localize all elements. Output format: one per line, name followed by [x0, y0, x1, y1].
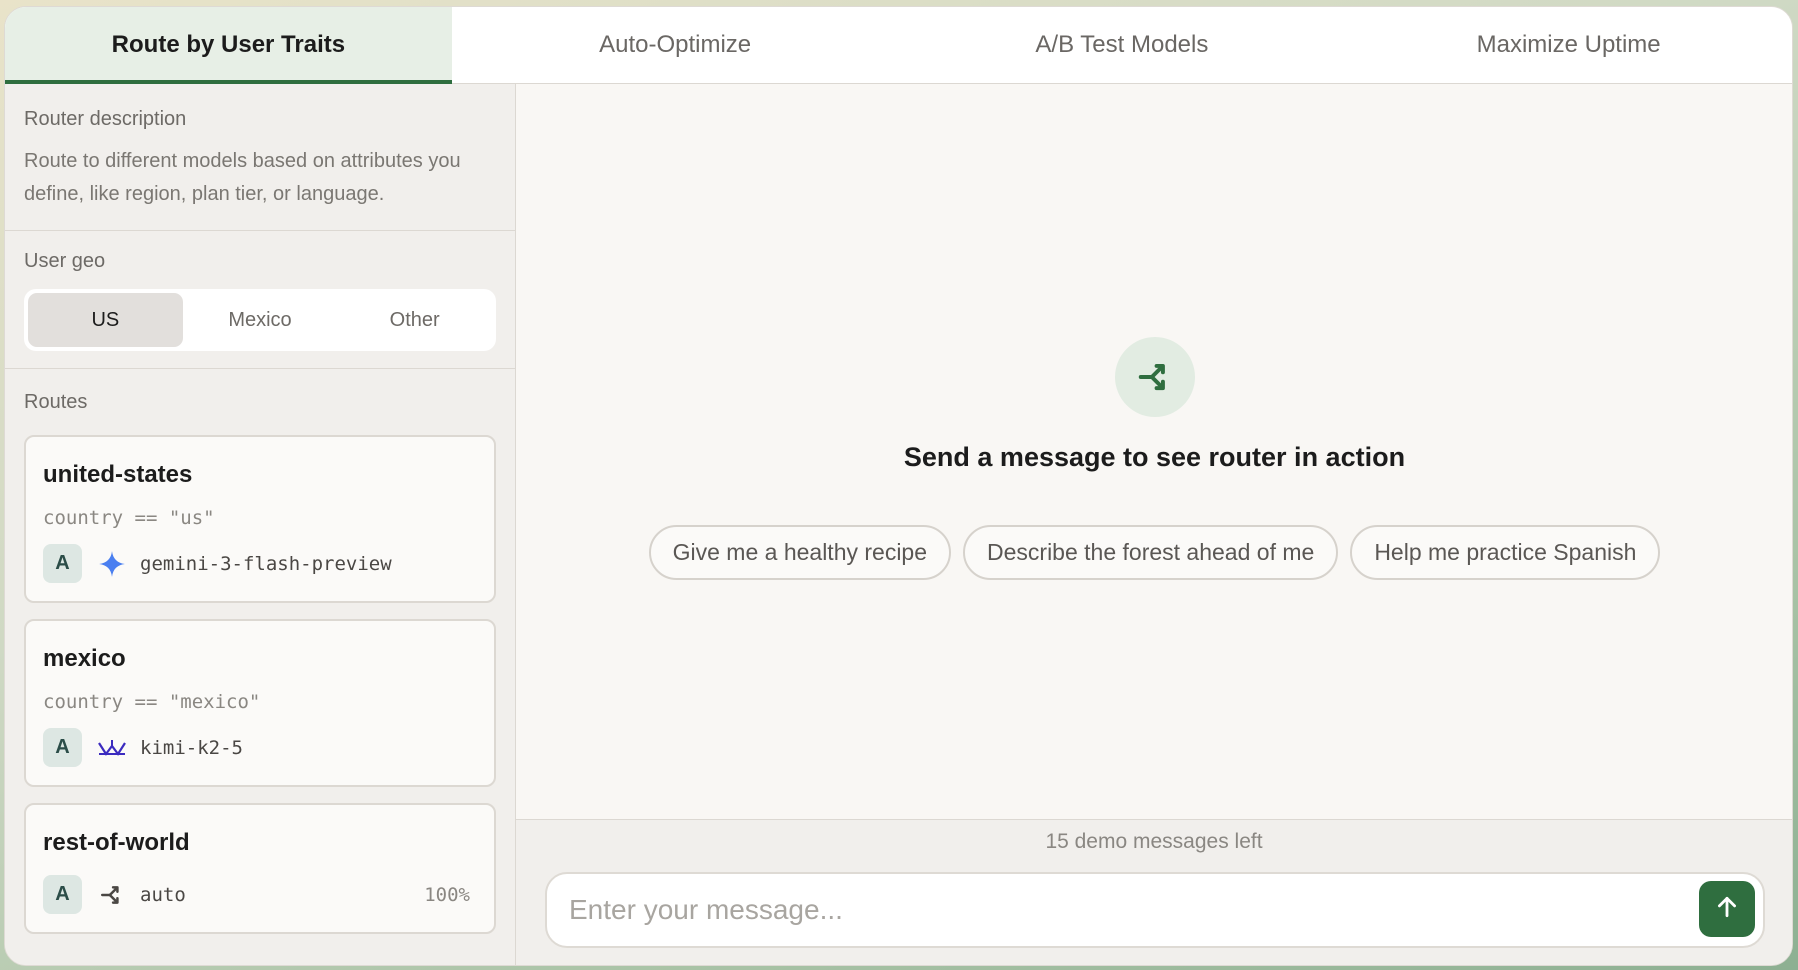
route-model-name: gemini-3-flash-preview [140, 552, 392, 575]
suggestion-chip[interactable]: Help me practice Spanish [1350, 525, 1661, 580]
router-description-label: Router description [24, 108, 187, 130]
router-icon [1115, 337, 1195, 417]
route-badge: A [43, 544, 82, 583]
chat-panel: Send a message to see router in action G… [516, 84, 1792, 965]
route-badge: A [43, 875, 82, 914]
tab-ab-test-models[interactable]: A/B Test Models [899, 7, 1346, 83]
routes-label: Routes [24, 391, 88, 413]
route-model-name: kimi-k2-5 [140, 736, 243, 759]
route-card-mexico[interactable]: mexico country == "mexico" A kimi-k2-5 [24, 619, 496, 787]
geo-option-mexico[interactable]: Mexico [183, 293, 338, 347]
suggestion-chips: Give me a healthy recipe Describe the fo… [516, 525, 1792, 580]
tab-route-by-user-traits[interactable]: Route by User Traits [5, 7, 452, 84]
send-button[interactable] [1699, 881, 1755, 937]
demo-messages-remaining: 15 demo messages left [1045, 830, 1263, 853]
route-model-name: auto [140, 883, 186, 906]
tab-auto-optimize[interactable]: Auto-Optimize [452, 7, 899, 83]
route-model-row: A gemini-3-flash-preview [43, 544, 477, 583]
user-geo-selector: US Mexico Other [24, 289, 496, 351]
gemini-sparkle-icon [96, 548, 128, 580]
route-condition: country == "us" [43, 507, 215, 529]
route-condition: country == "mexico" [43, 691, 261, 713]
route-name: united-states [43, 461, 193, 488]
route-name: rest-of-world [43, 829, 190, 856]
kimi-icon [96, 732, 128, 764]
message-input[interactable] [569, 874, 1669, 946]
user-geo-section: User geo US Mexico Other [5, 231, 515, 369]
router-tabs: Route by User Traits Auto-Optimize A/B T… [5, 7, 1792, 84]
app-window: Route by User Traits Auto-Optimize A/B T… [4, 6, 1793, 966]
suggestion-chip[interactable]: Give me a healthy recipe [648, 525, 952, 580]
tab-maximize-uptime[interactable]: Maximize Uptime [1345, 7, 1792, 83]
route-percent: 100% [424, 883, 470, 906]
route-card-rest-of-world[interactable]: rest-of-world A auto 100% [24, 803, 496, 934]
geo-option-other[interactable]: Other [337, 293, 492, 347]
router-description-section: Router description Route to different mo… [5, 84, 515, 231]
route-name: mexico [43, 645, 126, 672]
routes-section: Routes united-states country == "us" A g… [5, 369, 515, 934]
suggestion-chip[interactable]: Describe the forest ahead of me [963, 525, 1339, 580]
router-icon [96, 879, 128, 911]
router-description-text: Route to different models based on attri… [24, 150, 461, 205]
route-model-row: A kimi-k2-5 [43, 728, 477, 767]
empty-state-title: Send a message to see router in action [903, 442, 1406, 472]
user-geo-label: User geo [24, 250, 106, 272]
route-model-row: A auto 100% [43, 875, 477, 914]
route-badge: A [43, 728, 82, 767]
route-card-united-states[interactable]: united-states country == "us" A gemini-3… [24, 435, 496, 603]
geo-option-us[interactable]: US [28, 293, 183, 347]
message-composer: 15 demo messages left [516, 819, 1792, 965]
sidebar: Router description Route to different mo… [5, 84, 516, 965]
arrow-up-icon [1714, 894, 1740, 925]
message-input-box [545, 872, 1765, 948]
